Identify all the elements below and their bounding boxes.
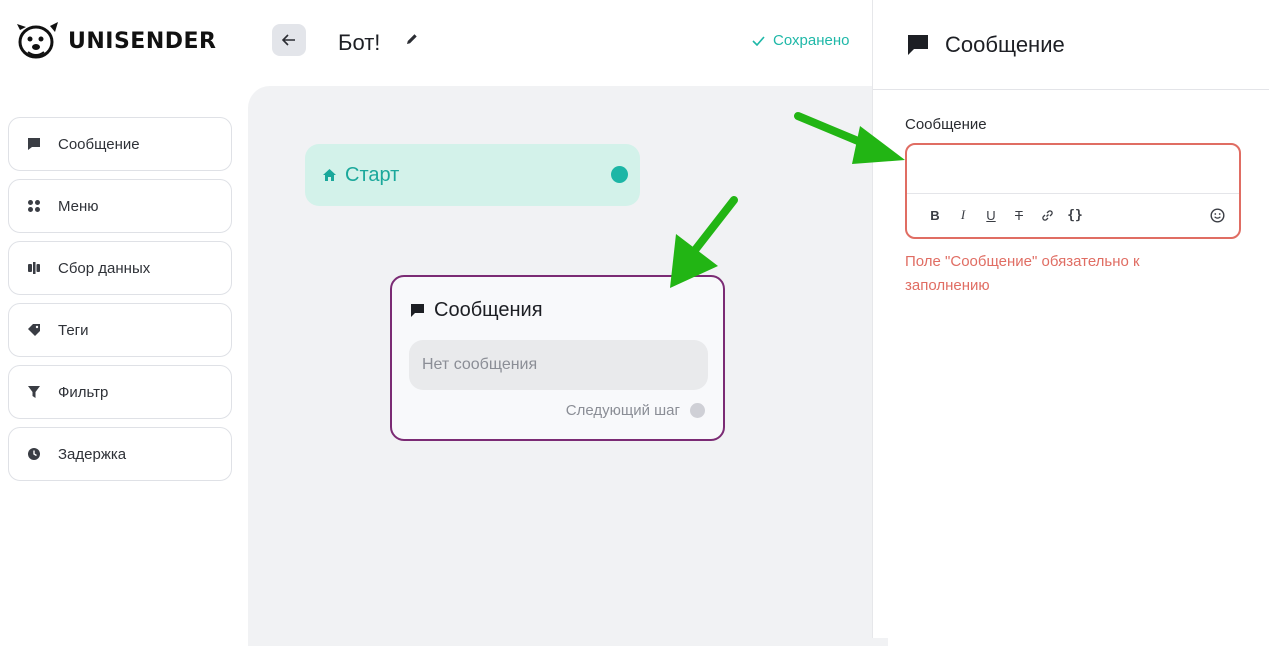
link-icon [1041, 209, 1053, 221]
check-icon [752, 35, 765, 46]
sidebar-item-label: Меню [58, 197, 99, 215]
sidebar-item-message[interactable]: Сообщение [8, 117, 232, 171]
message-node-placeholder: Нет сообщения [409, 340, 708, 390]
block-palette: Сообщение Меню Сбор данных Теги Фильтр З… [8, 117, 232, 489]
edit-title-button[interactable] [405, 32, 419, 51]
message-field-label: Сообщение [905, 116, 987, 133]
data-collection-icon [25, 259, 43, 277]
start-node-label: Старт [345, 163, 400, 186]
message-icon [908, 34, 928, 55]
emoji-icon [1209, 207, 1225, 223]
sidebar-item-tags[interactable]: Теги [8, 303, 232, 357]
tag-icon [25, 321, 43, 339]
message-icon [411, 304, 424, 317]
settings-panel: Сообщение Сообщение B I U T {} Поле "Соо… [872, 0, 1269, 638]
underline-button[interactable]: U [977, 201, 1005, 229]
start-node[interactable]: Старт [305, 144, 640, 206]
next-step: Следующий шаг [566, 402, 705, 419]
italic-button[interactable]: I [949, 201, 977, 229]
logo: UNISENDER [14, 20, 216, 62]
message-editor: B I U T {} [905, 143, 1241, 239]
clock-icon [25, 445, 43, 463]
sidebar-item-label: Сбор данных [58, 259, 151, 277]
back-button[interactable] [272, 24, 306, 56]
message-node-title: Сообщения [434, 299, 543, 321]
emoji-button[interactable] [1203, 201, 1231, 229]
next-step-connector[interactable] [690, 403, 705, 418]
panel-title: Сообщение [945, 31, 1065, 57]
bot-title: Бот! [338, 30, 381, 55]
message-error: Поле "Сообщение" обязательно к заполнени… [905, 253, 1140, 294]
pencil-icon [407, 34, 417, 44]
sidebar-item-filter[interactable]: Фильтр [8, 365, 232, 419]
arrow-left-icon [282, 34, 295, 46]
message-node-header: Сообщения [410, 299, 543, 322]
next-step-label: Следующий шаг [565, 402, 680, 419]
message-node[interactable]: Сообщения Нет сообщения Следующий шаг [390, 275, 725, 441]
sidebar-item-label: Фильтр [58, 383, 109, 401]
panel-header: Сообщение [873, 0, 1269, 90]
home-icon [323, 169, 336, 181]
message-input[interactable] [907, 145, 1239, 194]
saved-label: Сохранено [773, 32, 850, 49]
editor-toolbar: B I U T {} [907, 194, 1239, 236]
sidebar-item-menu[interactable]: Меню [8, 179, 232, 233]
menu-grid-icon [25, 197, 43, 215]
variables-button[interactable]: {} [1061, 201, 1089, 229]
sidebar-item-data-collection[interactable]: Сбор данных [8, 241, 232, 295]
link-button[interactable] [1033, 201, 1061, 229]
sidebar-item-label: Задержка [58, 445, 127, 463]
filter-icon [25, 383, 43, 401]
message-icon [25, 135, 43, 153]
sidebar-item-label: Сообщение [58, 135, 140, 153]
start-node-connector[interactable] [611, 166, 628, 183]
sidebar-item-label: Теги [58, 321, 89, 339]
bold-button[interactable]: B [921, 201, 949, 229]
strikethrough-button[interactable]: T [1005, 201, 1033, 229]
sidebar-item-delay[interactable]: Задержка [8, 427, 232, 481]
save-status: Сохранено [752, 32, 849, 49]
logo-text: UNISENDER [68, 28, 217, 54]
dog-logo-icon [17, 22, 58, 59]
